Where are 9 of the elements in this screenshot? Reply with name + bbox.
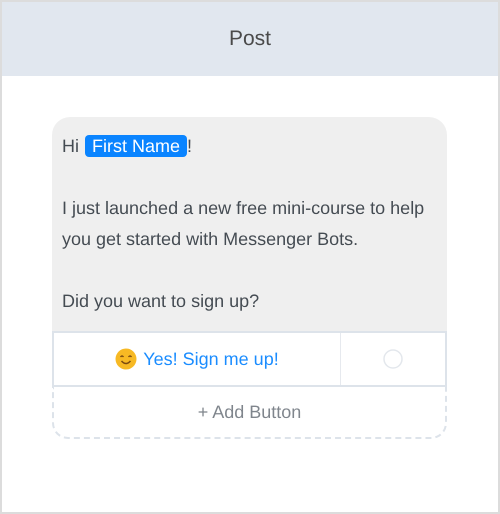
variable-tag: First Name — [85, 135, 188, 157]
message-text: Did you want to sign up? — [62, 290, 260, 313]
smiley-icon — [115, 348, 138, 370]
message-text: I just launched a new free mini-course to help you get started with Messenger Bots. — [62, 197, 426, 251]
exclamation-text: ! — [187, 136, 192, 156]
header-title: Post — [228, 26, 272, 52]
greeting-text: Hi — [62, 136, 79, 156]
circle-icon[interactable] — [383, 349, 403, 369]
add-button[interactable]: + Add Button — [52, 387, 447, 439]
